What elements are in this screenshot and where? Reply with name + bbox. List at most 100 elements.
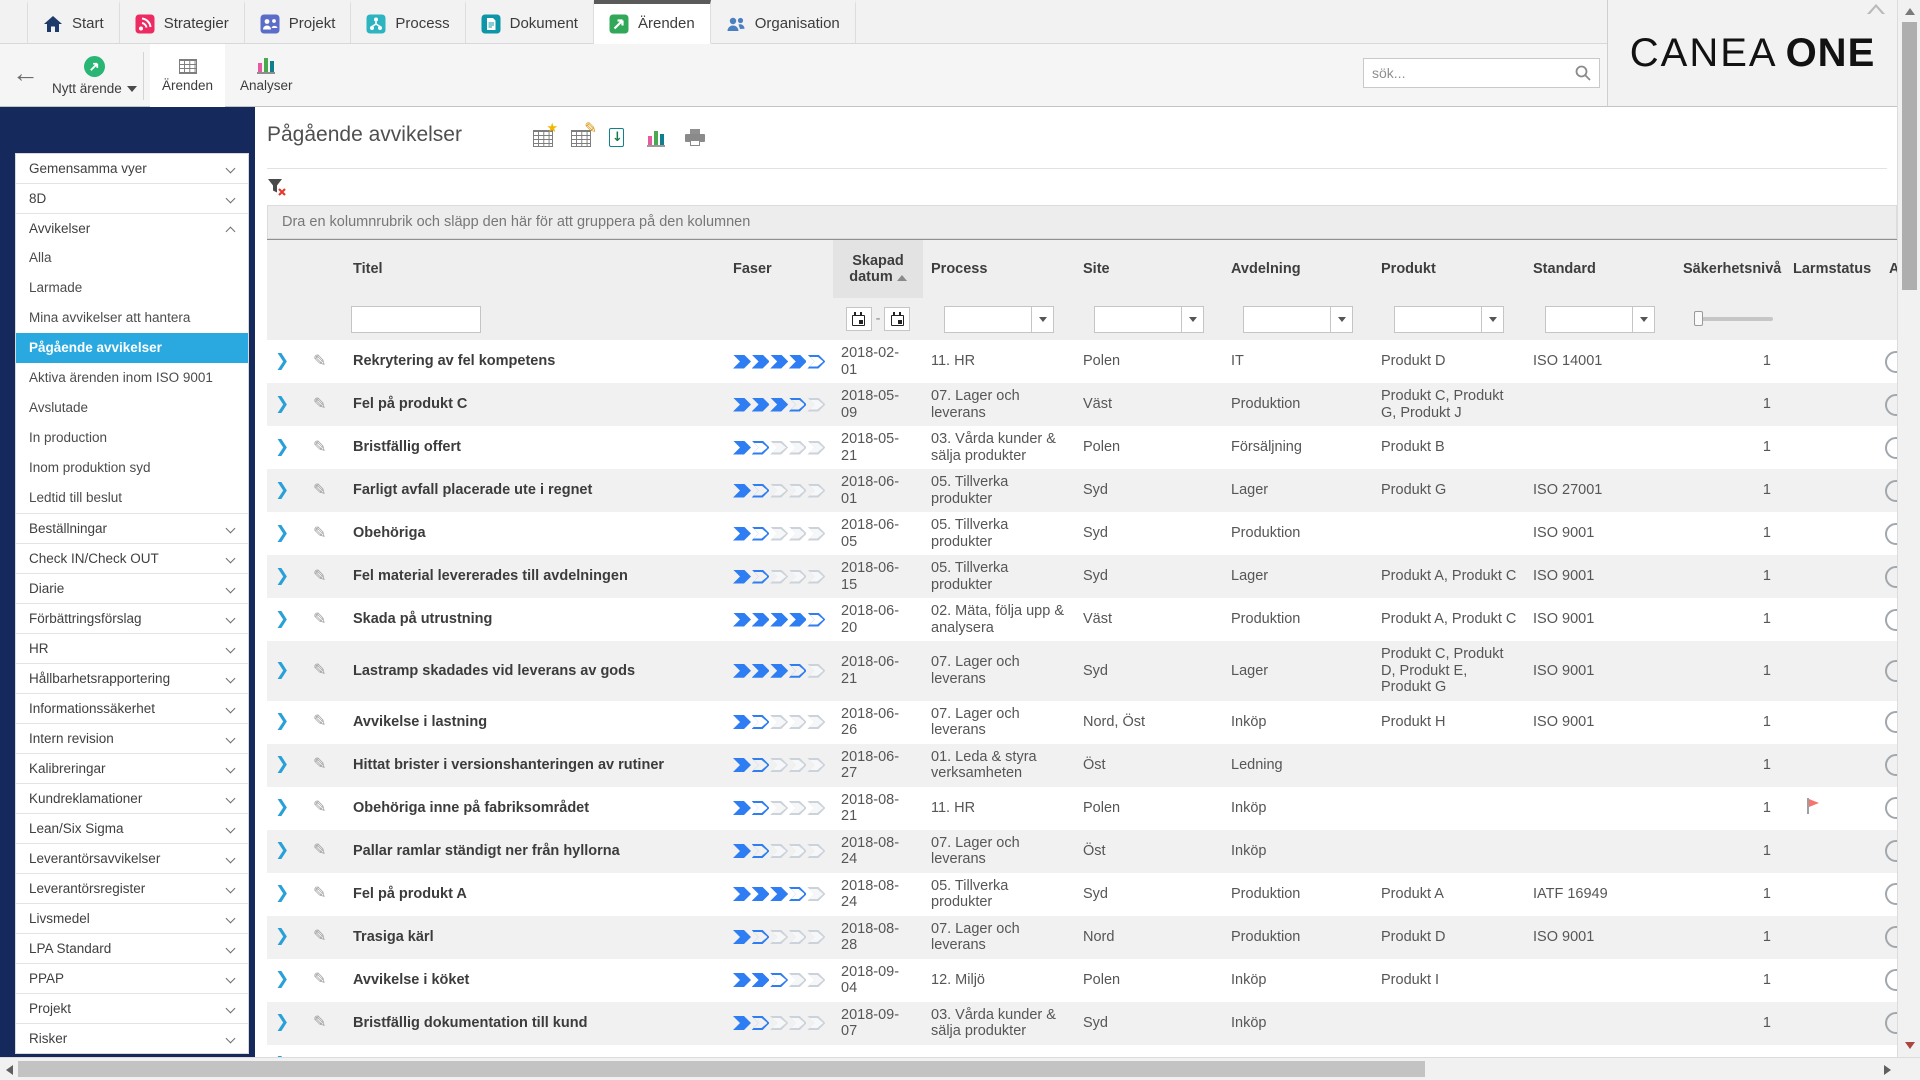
sidebar-item-leverantörsregister[interactable]: Leverantörsregister bbox=[16, 873, 248, 903]
sidebar-item-avvikelser[interactable]: Avvikelser bbox=[16, 213, 248, 243]
column-header-larmstatus[interactable]: Larmstatus bbox=[1785, 240, 1883, 298]
case-title[interactable]: Obehöriga bbox=[345, 512, 725, 555]
date-from-picker[interactable] bbox=[846, 307, 872, 331]
sidebar-item-kundreklamationer[interactable]: Kundreklamationer bbox=[16, 783, 248, 813]
site-filter-select[interactable] bbox=[1094, 306, 1204, 333]
title-filter-input[interactable] bbox=[351, 306, 481, 333]
horizontal-scrollbar[interactable] bbox=[0, 1057, 1920, 1080]
chart-icon[interactable] bbox=[647, 127, 669, 147]
edit-pencil-icon[interactable]: ✎ bbox=[313, 797, 326, 816]
edit-pencil-icon[interactable]: ✎ bbox=[313, 840, 326, 859]
case-title[interactable]: Rekrytering av fel kompetens bbox=[345, 340, 725, 383]
edit-pencil-icon[interactable]: ✎ bbox=[313, 711, 326, 730]
table-add-view-icon[interactable]: ★ bbox=[533, 127, 555, 147]
vertical-scroll-thumb[interactable] bbox=[1902, 22, 1917, 290]
cases-view-button[interactable]: Ärenden bbox=[150, 44, 225, 107]
sidebar-item-8d[interactable]: 8D bbox=[16, 183, 248, 213]
chevron-expand-icon[interactable]: ❯ bbox=[275, 711, 289, 731]
sidebar-item-leverantörsavvikelser[interactable]: Leverantörsavvikelser bbox=[16, 843, 248, 873]
chevron-expand-icon[interactable]: ❯ bbox=[275, 480, 289, 500]
sidebar-item-projekt[interactable]: Projekt bbox=[16, 993, 248, 1023]
clear-filter-icon[interactable] bbox=[267, 177, 287, 197]
case-title[interactable]: Obehöriga inne på fabriksområdet bbox=[345, 787, 725, 830]
case-title[interactable]: Pallar ramlar ständigt ner från hyllorna bbox=[345, 830, 725, 873]
chevron-expand-icon[interactable]: ❯ bbox=[275, 754, 289, 774]
search-input[interactable] bbox=[1364, 65, 1573, 81]
department-filter-select[interactable] bbox=[1243, 306, 1353, 333]
chevron-expand-icon[interactable]: ❯ bbox=[275, 797, 289, 817]
print-icon[interactable] bbox=[685, 127, 707, 147]
sidebar-item-ppap[interactable]: PPAP bbox=[16, 963, 248, 993]
scroll-left-icon[interactable] bbox=[6, 1065, 13, 1075]
edit-pencil-icon[interactable]: ✎ bbox=[313, 1012, 326, 1031]
sidebar-item-mina-avvikelser-att-hantera[interactable]: Mina avvikelser att hantera bbox=[16, 303, 248, 333]
column-header-säkerhetsnivå[interactable]: Säkerhetsnivå bbox=[1675, 240, 1785, 298]
edit-pencil-icon[interactable]: ✎ bbox=[313, 480, 326, 499]
edit-pencil-icon[interactable]: ✎ bbox=[313, 969, 326, 988]
column-header-site[interactable]: Site bbox=[1075, 240, 1223, 298]
sidebar-item-alla[interactable]: Alla bbox=[16, 243, 248, 273]
standard-filter-select[interactable] bbox=[1545, 306, 1655, 333]
export-file-icon[interactable]: ↓ bbox=[609, 127, 631, 147]
sidebar-item-beställningar[interactable]: Beställningar bbox=[16, 513, 248, 543]
sidebar-item-inom-produktion-syd[interactable]: Inom produktion syd bbox=[16, 453, 248, 483]
chevron-expand-icon[interactable]: ❯ bbox=[275, 969, 289, 989]
column-header-avdelning[interactable]: Avdelning bbox=[1223, 240, 1373, 298]
date-to-picker[interactable] bbox=[884, 307, 910, 331]
sidebar-item-hållbarhetsrapportering[interactable]: Hållbarhetsrapportering bbox=[16, 663, 248, 693]
edit-pencil-icon[interactable]: ✎ bbox=[313, 437, 326, 456]
column-header-produkt[interactable]: Produkt bbox=[1373, 240, 1525, 298]
chevron-expand-icon[interactable]: ❯ bbox=[275, 609, 289, 629]
edit-pencil-icon[interactable]: ✎ bbox=[313, 351, 326, 370]
search-icon[interactable] bbox=[1573, 63, 1593, 83]
scroll-down-icon[interactable] bbox=[1905, 1042, 1915, 1049]
edit-pencil-icon[interactable]: ✎ bbox=[313, 926, 326, 945]
collapse-panel-icon[interactable] bbox=[1867, 4, 1885, 14]
column-header-process[interactable]: Process bbox=[923, 240, 1075, 298]
sidebar-item-pågående-avvikelser[interactable]: Pågående avvikelser bbox=[16, 333, 248, 363]
product-filter-select[interactable] bbox=[1394, 306, 1504, 333]
sidebar-item-risker[interactable]: Risker bbox=[16, 1023, 248, 1053]
chevron-expand-icon[interactable]: ❯ bbox=[275, 840, 289, 860]
analyses-button[interactable]: Analyser bbox=[228, 44, 305, 107]
column-header-titel[interactable]: Titel bbox=[345, 240, 725, 298]
case-title[interactable]: Fel på produkt C bbox=[345, 383, 725, 426]
vertical-scrollbar[interactable] bbox=[1897, 0, 1920, 1057]
sidebar-item-lean-six-sigma[interactable]: Lean/Six Sigma bbox=[16, 813, 248, 843]
sidebar-item-kalibreringar[interactable]: Kalibreringar bbox=[16, 753, 248, 783]
tab-strategier[interactable]: Strategier bbox=[120, 0, 245, 43]
sidebar-item-larmade[interactable]: Larmade bbox=[16, 273, 248, 303]
chevron-expand-icon[interactable]: ❯ bbox=[275, 437, 289, 457]
chevron-expand-icon[interactable]: ❯ bbox=[275, 883, 289, 903]
case-title[interactable]: Fel på produkt A bbox=[345, 873, 725, 916]
sidebar-item-livsmedel[interactable]: Livsmedel bbox=[16, 903, 248, 933]
scroll-right-icon[interactable] bbox=[1884, 1065, 1891, 1075]
sidebar-item-gemensamma-vyer[interactable]: Gemensamma vyer bbox=[16, 153, 248, 183]
new-case-button[interactable]: Nytt ärende bbox=[40, 44, 149, 107]
edit-pencil-icon[interactable]: ✎ bbox=[313, 883, 326, 902]
chevron-expand-icon[interactable]: ❯ bbox=[275, 660, 289, 680]
sidebar-item-förbättringsförslag[interactable]: Förbättringsförslag bbox=[16, 603, 248, 633]
sidebar-item-aktiva-ärenden-inom-iso-9001[interactable]: Aktiva ärenden inom ISO 9001 bbox=[16, 363, 248, 393]
process-filter-select[interactable] bbox=[944, 306, 1054, 333]
column-header-standard[interactable]: Standard bbox=[1525, 240, 1675, 298]
sidebar-item-ledtid-till-beslut[interactable]: Ledtid till beslut bbox=[16, 483, 248, 513]
sidebar-item-in-production[interactable]: In production bbox=[16, 423, 248, 453]
edit-pencil-icon[interactable]: ✎ bbox=[313, 609, 326, 628]
edit-pencil-icon[interactable]: ✎ bbox=[313, 754, 326, 773]
sidebar-item-hr[interactable]: HR bbox=[16, 633, 248, 663]
sidebar-item-intern-revision[interactable]: Intern revision bbox=[16, 723, 248, 753]
case-title[interactable]: Hittat brister i versionshanteringen av … bbox=[345, 744, 725, 787]
tab-process[interactable]: Process bbox=[351, 0, 465, 43]
column-header-faser[interactable]: Faser bbox=[725, 240, 833, 298]
case-title[interactable]: Farligt avfall placerade ute i regnet bbox=[345, 469, 725, 512]
column-header-skapad-datum[interactable]: Skapad datum bbox=[833, 240, 923, 298]
security-level-slider[interactable] bbox=[1695, 317, 1773, 321]
tab-organisation[interactable]: Organisation bbox=[711, 0, 856, 43]
chevron-expand-icon[interactable]: ❯ bbox=[275, 926, 289, 946]
case-title[interactable]: Bristfällig dokumentation till kund bbox=[345, 1002, 725, 1045]
tab-dokument[interactable]: Dokument bbox=[466, 0, 594, 43]
case-title[interactable]: Avvikelse i köket bbox=[345, 959, 725, 1002]
scroll-up-icon[interactable] bbox=[1905, 8, 1915, 15]
back-arrow-icon[interactable]: ← bbox=[12, 58, 39, 88]
